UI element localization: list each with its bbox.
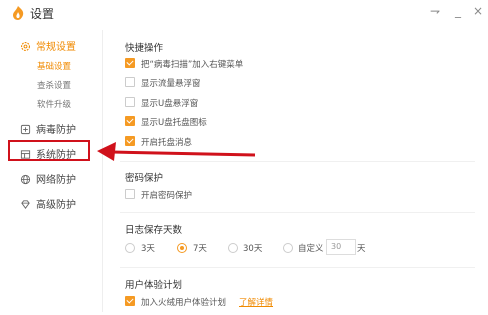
annotation-arrow xyxy=(97,142,256,161)
